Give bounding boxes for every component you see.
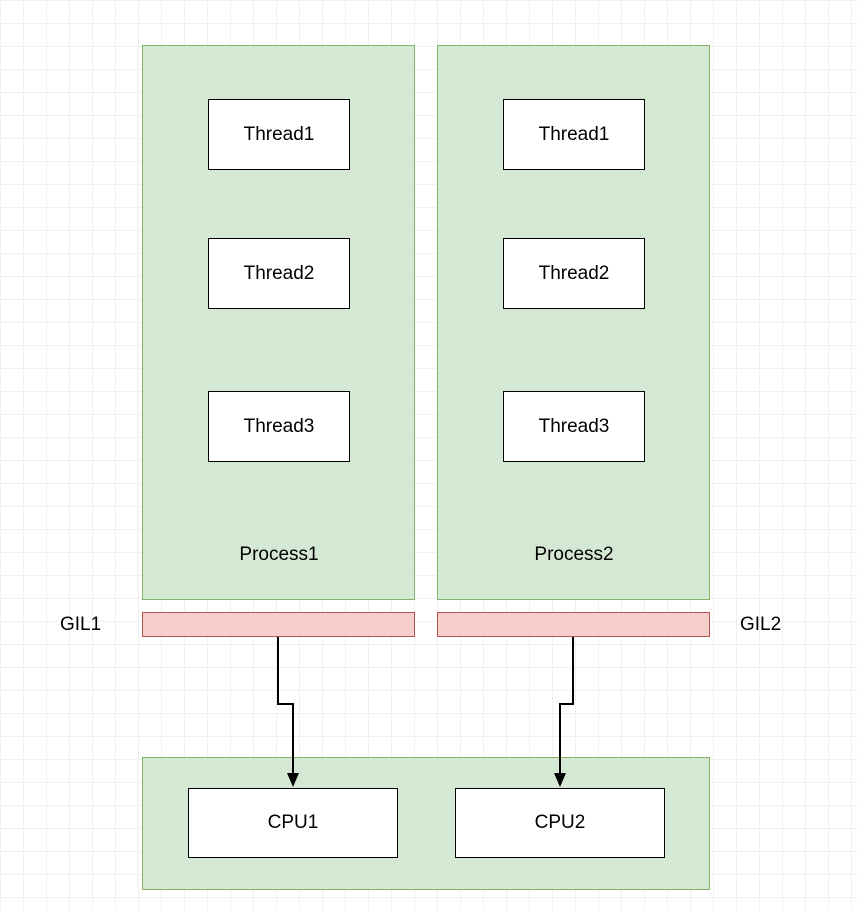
thread-label: Thread1 xyxy=(244,124,315,146)
thread-label: Thread3 xyxy=(539,416,610,438)
gil-box-1 xyxy=(142,612,415,637)
arrow-gil1-to-cpu1 xyxy=(278,637,318,797)
thread-label: Thread2 xyxy=(244,263,315,285)
gil-label-1: GIL1 xyxy=(60,614,130,636)
thread-label: Thread1 xyxy=(539,124,610,146)
thread-label: Thread3 xyxy=(244,416,315,438)
gil-box-2 xyxy=(437,612,710,637)
gil-label-2: GIL2 xyxy=(740,614,810,636)
cpu-label: CPU2 xyxy=(535,812,586,834)
process-label: Process2 xyxy=(503,544,645,566)
cpu-box: CPU2 xyxy=(455,788,665,858)
thread-box: Thread1 xyxy=(208,99,350,170)
thread-label: Thread2 xyxy=(539,263,610,285)
thread-box: Thread1 xyxy=(503,99,645,170)
thread-box: Thread2 xyxy=(503,238,645,309)
cpu-box: CPU1 xyxy=(188,788,398,858)
thread-box: Thread2 xyxy=(208,238,350,309)
arrow-gil2-to-cpu2 xyxy=(545,637,585,797)
diagram-canvas: Thread1 Thread2 Thread3 Process1 Thread1… xyxy=(0,0,858,910)
thread-box: Thread3 xyxy=(503,391,645,462)
process-label: Process1 xyxy=(208,544,350,566)
thread-box: Thread3 xyxy=(208,391,350,462)
cpu-label: CPU1 xyxy=(268,812,319,834)
